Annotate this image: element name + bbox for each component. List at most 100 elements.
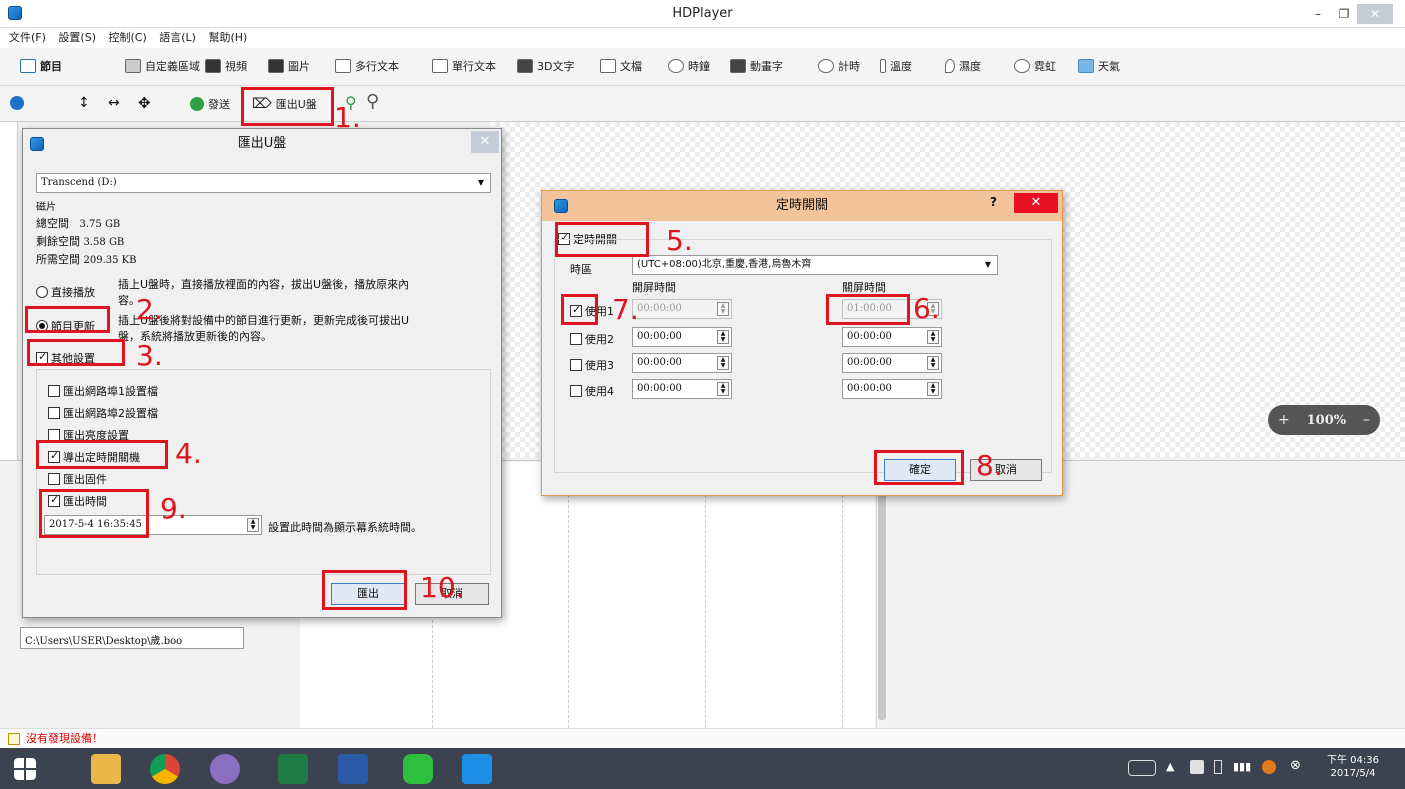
vertical-resize-icon[interactable]: ↕ xyxy=(78,95,90,111)
use1-on-time[interactable]: 00:00:00 ▲ ▼ xyxy=(632,299,732,319)
restore-button[interactable]: ❐ xyxy=(1333,4,1355,24)
zoom-in-button[interactable]: + xyxy=(1278,412,1290,428)
animated-text-button[interactable]: 動畫字 xyxy=(730,58,783,74)
zoom-out-button[interactable]: – xyxy=(1363,412,1370,428)
export-net1-checkbox[interactable]: 匯出網路埠1設置檔 xyxy=(48,383,158,399)
single-line-text-icon xyxy=(432,59,448,73)
humidity-button[interactable]: 濕度 xyxy=(945,58,981,74)
use3-off-time[interactable]: 00:00:00 ▲ ▼ xyxy=(842,353,942,373)
use2-off-time[interactable]: 00:00:00 ▲ ▼ xyxy=(842,327,942,347)
annotation-box-8 xyxy=(874,450,964,485)
spin-arrows-icon[interactable]: ▲ ▼ xyxy=(927,356,939,370)
menu-control[interactable]: 控制(C) xyxy=(109,28,147,48)
battery-icon[interactable] xyxy=(1214,760,1222,774)
spin-arrows-icon[interactable]: ▲ ▼ xyxy=(927,330,939,344)
search-icon[interactable]: ⚲ xyxy=(366,91,379,112)
temperature-button[interactable]: 溫度 xyxy=(880,58,912,74)
document-button[interactable]: 文檔 xyxy=(600,58,642,74)
multiline-text-button[interactable]: 多行文本 xyxy=(335,58,399,74)
word-icon[interactable] xyxy=(338,754,368,784)
action-center-icon[interactable]: ⊗ xyxy=(1290,759,1301,772)
spin-arrows-icon[interactable]: ▲ ▼ xyxy=(717,382,729,396)
paint-icon[interactable] xyxy=(210,754,240,784)
use4-checkbox[interactable]: 使用4 xyxy=(570,383,614,399)
spin-arrows-icon[interactable]: ▲ ▼ xyxy=(717,356,729,370)
use3-on-time[interactable]: 00:00:00 ▲ ▼ xyxy=(632,353,732,373)
neon-icon xyxy=(1014,59,1030,73)
image-icon xyxy=(268,59,284,73)
minimize-button[interactable]: – xyxy=(1303,4,1333,24)
excel-icon[interactable] xyxy=(278,754,308,784)
send-button[interactable]: 發送 xyxy=(190,96,230,112)
export-firmware-checkbox[interactable]: 匯出固件 xyxy=(48,471,107,487)
use2-on-time[interactable]: 00:00:00 ▲ ▼ xyxy=(632,327,732,347)
3d-text-button[interactable]: 3D文字 xyxy=(517,58,574,74)
neon-button[interactable]: 霓虹 xyxy=(1014,58,1056,74)
clock-icon xyxy=(668,59,684,73)
network-icon[interactable]: ▮▮▮ xyxy=(1233,760,1251,773)
help-icon[interactable]: ? xyxy=(990,195,997,209)
menu-language[interactable]: 語言(L) xyxy=(159,28,196,48)
disk-label: 磁片 xyxy=(36,202,56,213)
use4-off-time[interactable]: 00:00:00 ▲ ▼ xyxy=(842,379,942,399)
horizontal-resize-icon[interactable]: ↔ xyxy=(108,95,120,111)
app-title: HDPlayer xyxy=(672,6,733,21)
program-button[interactable]: 節目 xyxy=(20,58,62,74)
direct-play-radio[interactable]: 直接播放 xyxy=(36,284,95,300)
video-button[interactable]: 視頻 xyxy=(205,58,247,74)
clock-button[interactable]: 時鐘 xyxy=(668,58,710,74)
video-icon xyxy=(205,59,221,73)
export-dialog-close-button[interactable]: ✕ xyxy=(471,131,499,153)
move-icon[interactable]: ✥ xyxy=(138,94,151,112)
timeline-divider xyxy=(568,490,569,728)
timeline-scroll-thumb[interactable] xyxy=(878,470,886,720)
menu-help[interactable]: 幫助(H) xyxy=(208,28,247,48)
tray-clock[interactable]: 下午 04:36 2017/5/4 xyxy=(1318,754,1388,780)
timer-button[interactable]: 計時 xyxy=(818,58,860,74)
play-icon[interactable] xyxy=(10,96,24,110)
use3-checkbox[interactable]: 使用3 xyxy=(570,357,614,373)
tray-time: 下午 04:36 xyxy=(1327,755,1379,766)
timeline-divider xyxy=(705,490,706,728)
tray-app-icon[interactable] xyxy=(1190,760,1204,774)
drive-select[interactable]: Transcend (D:) ▼ xyxy=(36,173,491,193)
spin-arrows-icon[interactable]: ▲ ▼ xyxy=(717,302,729,316)
use2-checkbox[interactable]: 使用2 xyxy=(570,331,614,347)
menu-settings[interactable]: 設置(S) xyxy=(58,28,96,48)
annotation-number-6: 6. xyxy=(913,292,940,325)
3d-text-icon xyxy=(517,59,533,73)
total-space: 總空間 3.75 GB xyxy=(36,217,121,230)
export-usb-dialog: 匯出U盤 ✕ Transcend (D:) ▼ 磁片 總空間 3.75 GB 剩餘… xyxy=(22,128,502,618)
image-button[interactable]: 圖片 xyxy=(268,58,310,74)
spin-arrows-icon[interactable]: ▲ ▼ xyxy=(717,330,729,344)
custom-area-button[interactable]: 自定義區域 xyxy=(125,58,200,74)
custom-area-icon xyxy=(125,59,141,73)
spin-arrows-icon[interactable]: ▲ ▼ xyxy=(927,382,939,396)
status-text: 沒有發現設備！ xyxy=(26,732,103,745)
annotation-box-2 xyxy=(25,306,110,333)
weather-button[interactable]: 天氣 xyxy=(1078,58,1120,74)
file-path-field[interactable]: C:\Users\USER\Desktop\歲.boo xyxy=(20,627,244,649)
timezone-select[interactable]: (UTC+08:00)北京,重慶,香港,烏魯木齊 ▼ xyxy=(632,255,998,275)
line-icon[interactable] xyxy=(403,754,433,784)
close-button[interactable]: ✕ xyxy=(1357,4,1393,24)
taskbar: ▲ ▮▮▮ ⊗ 下午 04:36 2017/5/4 xyxy=(0,748,1405,789)
hdplayer-taskbar-icon[interactable] xyxy=(462,754,492,784)
spin-arrows-icon[interactable]: ▲ ▼ xyxy=(247,518,259,532)
keyboard-icon[interactable] xyxy=(1128,760,1156,776)
export-net2-checkbox[interactable]: 匯出網路埠2設置檔 xyxy=(48,405,158,421)
use4-on-time[interactable]: 00:00:00 ▲ ▼ xyxy=(632,379,732,399)
single-line-text-button[interactable]: 單行文本 xyxy=(432,58,496,74)
volume-muted-icon[interactable] xyxy=(1262,760,1276,774)
timer-dialog-close-button[interactable]: ✕ xyxy=(1014,193,1058,213)
menu-file[interactable]: 文件(F) xyxy=(9,28,46,48)
multiline-text-icon xyxy=(335,59,351,73)
animated-text-icon xyxy=(730,59,746,73)
off-time-header: 關屏時間 xyxy=(842,281,886,294)
file-explorer-icon[interactable] xyxy=(91,754,121,784)
required-space: 所需空間 209.35 KB xyxy=(36,253,137,266)
weather-icon xyxy=(1078,59,1094,73)
start-windows-icon[interactable] xyxy=(14,758,36,780)
tray-expand-icon[interactable]: ▲ xyxy=(1166,760,1174,773)
chrome-icon[interactable] xyxy=(150,754,180,784)
